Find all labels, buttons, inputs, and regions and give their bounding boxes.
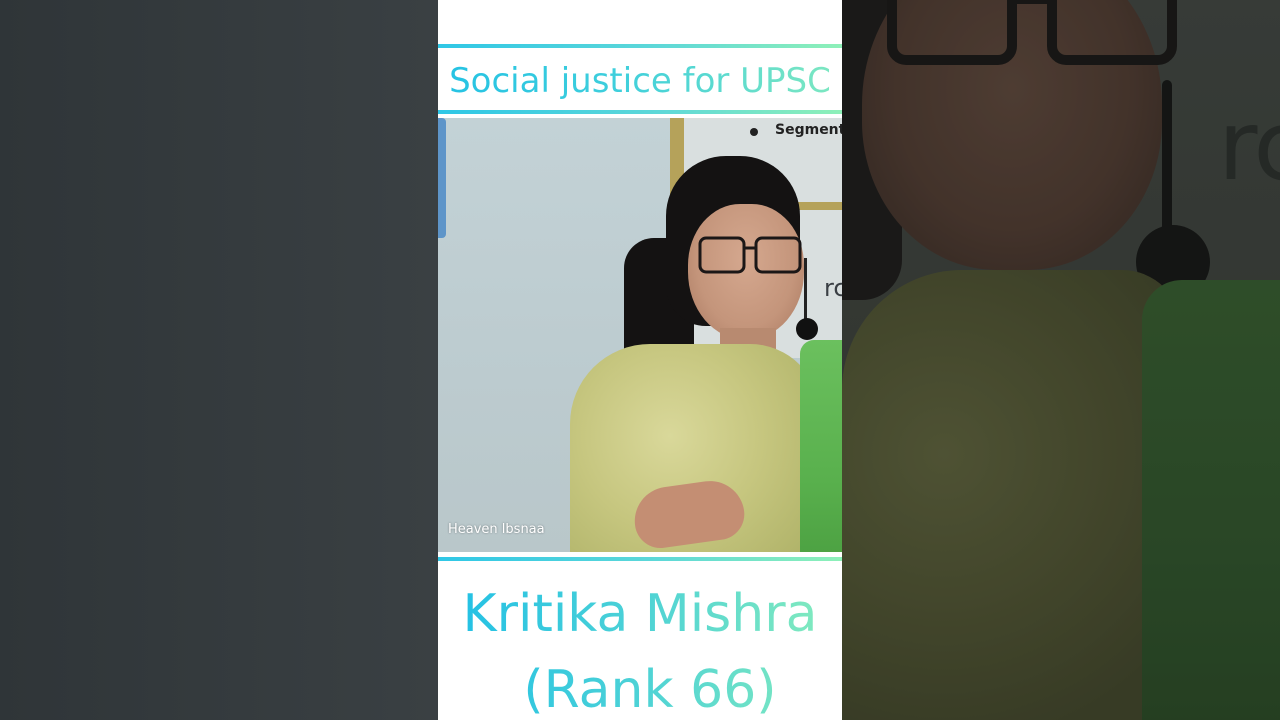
headset-mic-icon [796, 318, 818, 340]
mic-wire [804, 258, 807, 322]
blurred-background-right: rce [842, 0, 1280, 720]
glasses-icon [698, 236, 802, 274]
blurred-background-left [0, 0, 438, 720]
speaker-rank: (Rank 66) [438, 658, 842, 720]
board-text: Segment [775, 122, 842, 138]
channel-watermark: Heaven lbsnaa [448, 522, 545, 537]
shorts-video-frame[interactable]: rce Social justice for UPSC Segment rce [0, 0, 1280, 720]
board-logo-text: rce [824, 274, 842, 302]
speaker-dupatta [800, 340, 842, 552]
speaker-name: Kritika Mishra [438, 582, 842, 646]
speaker-video-clip[interactable]: Segment rce Heaven lbsnaa [438, 118, 842, 552]
bullet-icon [750, 128, 758, 136]
bottom-divider [438, 557, 842, 561]
blue-panel-edge [438, 118, 446, 238]
headline-divider [438, 110, 842, 114]
video-headline: Social justice for UPSC [438, 56, 842, 106]
blurred-overlay [842, 0, 1280, 720]
center-content-column: Social justice for UPSC Segment rce [438, 0, 842, 720]
top-divider [438, 44, 842, 48]
